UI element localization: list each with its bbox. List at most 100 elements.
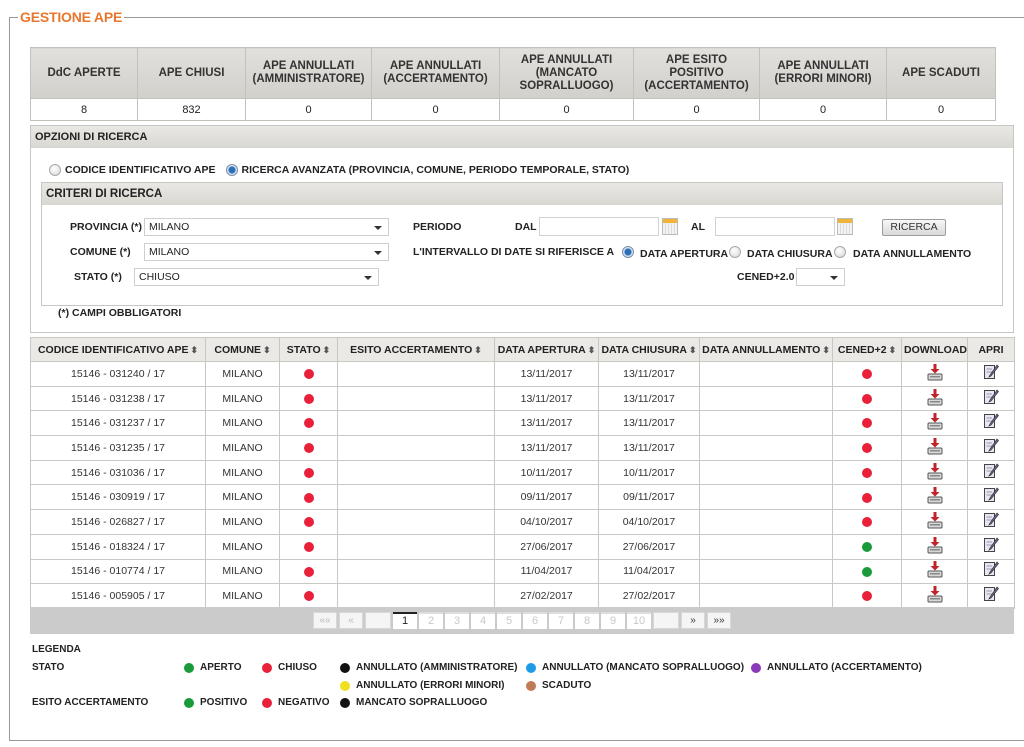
provincia-select[interactable]: MILANO: [144, 218, 389, 236]
column-header[interactable]: COMUNE ⬍: [205, 337, 280, 362]
column-header-label: STATO: [286, 343, 321, 356]
radio-data-annullamento-label[interactable]: DATA ANNULLAMENTO: [853, 248, 971, 260]
column-header[interactable]: STATO ⬍: [279, 337, 338, 362]
al-date-input[interactable]: [715, 217, 835, 236]
download-icon[interactable]: [926, 561, 944, 581]
download-icon[interactable]: [926, 536, 944, 557]
legend-color-dot: [340, 662, 350, 673]
sort-icon[interactable]: ⬍: [689, 345, 697, 355]
cell-apri: [967, 583, 1015, 609]
download-icon[interactable]: [926, 511, 944, 532]
radio-mode-advanced-label[interactable]: RICERCA AVANZATA (PROVINCIA, COMUNE, PER…: [242, 164, 630, 176]
status-dot-chiuso: [303, 393, 314, 404]
legend-item-esito: NEGATIVO: [262, 697, 329, 708]
download-icon[interactable]: [926, 363, 944, 384]
column-header[interactable]: ESITO ACCERTAMENTO ⬍: [337, 337, 495, 362]
ricerca-button[interactable]: RICERCA: [882, 219, 946, 236]
radio-data-apertura[interactable]: [622, 246, 634, 258]
cened-select[interactable]: [796, 268, 845, 286]
search-criteria-panel: CRITERI DI RICERCA PROVINCIA (*) MILANO …: [41, 182, 1003, 306]
edit-document-icon[interactable]: [983, 487, 999, 507]
cell-esito: [337, 410, 495, 437]
sort-icon[interactable]: ⬍: [889, 345, 897, 355]
sort-icon[interactable]: ⬍: [588, 345, 596, 355]
page-number-button[interactable]: 8: [575, 612, 599, 629]
summary-value: 0: [499, 98, 634, 121]
page-number-button[interactable]: 10: [627, 612, 651, 629]
pager-spacer: [653, 612, 679, 629]
radio-mode-code-label[interactable]: CODICE IDENTIFICATIVO APE: [65, 164, 216, 176]
cell-cened: [832, 435, 902, 461]
column-header: APRI: [967, 337, 1015, 362]
column-header[interactable]: CENED+2 ⬍: [832, 337, 902, 362]
cell-download: [901, 509, 968, 535]
cened-status-dot: [862, 369, 872, 380]
page-number-button[interactable]: 7: [549, 612, 573, 629]
edit-document-icon[interactable]: [983, 561, 999, 581]
page-number-button[interactable]: 4: [471, 612, 495, 629]
radio-data-annullamento[interactable]: [834, 246, 846, 258]
page-number-button[interactable]: 3: [445, 612, 469, 629]
sort-icon[interactable]: ⬍: [190, 345, 198, 355]
cell-esito: [337, 533, 495, 560]
page-number-button[interactable]: 2: [419, 612, 443, 629]
edit-document-icon[interactable]: [983, 512, 999, 532]
download-icon[interactable]: [926, 388, 944, 409]
column-header[interactable]: DATA ANNULLAMENTO ⬍: [699, 337, 833, 362]
download-icon[interactable]: [926, 437, 944, 458]
download-icon[interactable]: [926, 487, 944, 507]
download-icon[interactable]: [926, 462, 944, 483]
page-number-button[interactable]: 6: [523, 612, 547, 629]
page-number-button[interactable]: 5: [497, 612, 521, 629]
sort-icon[interactable]: ⬍: [474, 345, 482, 355]
edit-document-icon[interactable]: [983, 586, 999, 606]
cell-esito: [337, 484, 495, 511]
dal-label: DAL: [515, 221, 537, 233]
radio-mode-code[interactable]: [49, 164, 61, 176]
cell-esito: [337, 385, 495, 412]
cell-data-chiusura: 13/11/2017: [598, 435, 700, 461]
sort-icon[interactable]: ⬍: [323, 345, 331, 355]
summary-header: DdC APERTE: [30, 47, 138, 99]
sort-icon[interactable]: ⬍: [263, 345, 271, 355]
calendar-icon[interactable]: [837, 218, 853, 235]
edit-document-icon[interactable]: [983, 388, 999, 409]
prev-page-button[interactable]: «: [339, 612, 363, 629]
table-row: 15146 - 031036 / 17 MILANO 10/11/2017 10/11…: [30, 459, 1015, 486]
radio-mode-advanced[interactable]: [225, 164, 238, 176]
column-header[interactable]: CODICE IDENTIFICATIVO APE ⬍: [30, 337, 206, 362]
radio-data-apertura-label[interactable]: DATA APERTURA: [640, 248, 728, 260]
next-page-button[interactable]: »: [681, 612, 705, 629]
summary-value: 0: [245, 98, 372, 121]
legend-esito-label: ESITO ACCERTAMENTO: [32, 697, 149, 708]
legend-color-dot: [184, 697, 194, 708]
edit-document-icon[interactable]: [983, 463, 999, 483]
download-icon[interactable]: [926, 413, 944, 433]
cell-cened: [832, 509, 902, 535]
column-header[interactable]: DATA APERTURA ⬍: [494, 337, 599, 362]
cell-codice: 15146 - 031240 / 17: [30, 361, 206, 387]
page-number-button[interactable]: 1: [393, 612, 417, 629]
sort-icon[interactable]: ⬍: [822, 345, 830, 355]
download-icon[interactable]: [926, 586, 944, 606]
cell-data-apertura: 13/11/2017: [494, 385, 599, 412]
edit-document-icon[interactable]: [983, 537, 999, 557]
comune-select[interactable]: MILANO: [144, 243, 389, 261]
stato-select[interactable]: CHIUSO: [134, 268, 379, 286]
edit-document-icon[interactable]: [983, 364, 999, 384]
calendar-icon[interactable]: [662, 218, 678, 235]
edit-document-icon[interactable]: [983, 438, 999, 458]
column-header-label: APRI: [978, 343, 1004, 356]
pagination-bar: «« « 1 2 3 4 5 6 7 8 9 10 »»»: [30, 607, 1014, 634]
last-page-button[interactable]: »»: [707, 612, 731, 629]
first-page-button[interactable]: ««: [313, 612, 337, 629]
radio-data-chiusura[interactable]: [729, 246, 741, 258]
column-header[interactable]: DATA CHIUSURA ⬍: [598, 337, 700, 362]
cell-apri: [967, 484, 1015, 511]
page-number-button[interactable]: 9: [601, 612, 625, 629]
edit-document-icon[interactable]: [983, 413, 999, 433]
dal-date-input[interactable]: [539, 217, 659, 236]
radio-data-chiusura-label[interactable]: DATA CHIUSURA: [747, 248, 833, 260]
provincia-label: PROVINCIA (*): [70, 221, 142, 233]
chevron-down-icon: [374, 251, 382, 255]
